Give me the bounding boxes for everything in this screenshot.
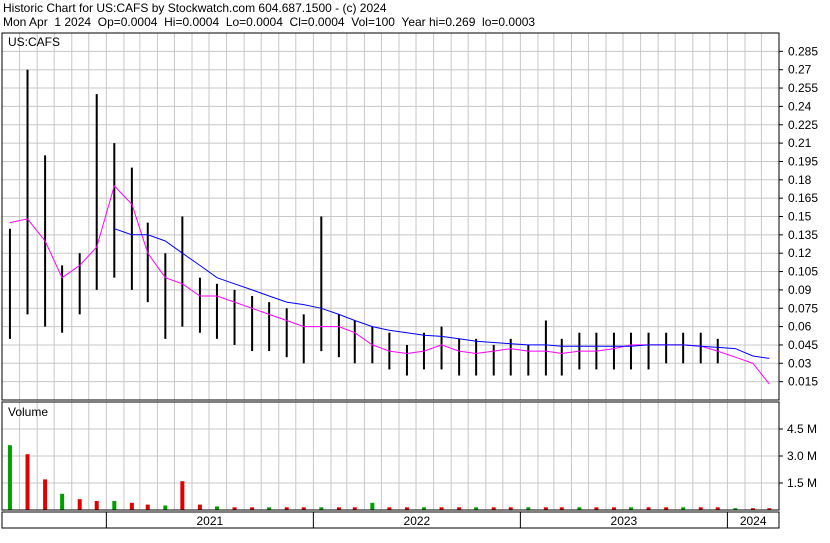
price-tick-label: 0.09 [788,283,812,297]
price-tick-label: 0.06 [788,320,812,334]
price-tick-label: 0.225 [788,118,818,132]
volume-bar [25,454,30,510]
volume-bar [214,506,219,510]
year-label: 2021 [197,514,224,528]
volume-bar [129,502,134,510]
price-tick-label: 0.12 [788,246,812,260]
price-tick-label: 0.18 [788,173,812,187]
volume-tick-label: 1.5 M [787,476,817,490]
volume-bar [94,501,99,510]
year-label: 2022 [404,514,431,528]
time-axis-frame [1,511,780,529]
year-label: 2023 [611,514,638,528]
price-tick-label: 0.27 [788,63,812,77]
price-tick-label: 0.255 [788,81,818,95]
volume-bar [7,445,12,510]
price-tick-label: 0.165 [788,191,818,205]
volume-bar [180,481,185,510]
volume-panel-label: Volume [8,405,48,419]
price-tick-label: 0.21 [788,136,812,150]
volume-bar [112,501,117,510]
price-tick-label: 0.105 [788,265,818,279]
volume-bar [197,504,202,510]
volume-bar [145,504,150,510]
price-tick-label: 0.045 [788,338,818,352]
price-tick-label: 0.015 [788,375,818,389]
volume-tick-label: 3.0 M [787,449,817,463]
price-tick-label: 0.03 [788,356,812,370]
price-tick-label: 0.285 [788,44,818,58]
price-tick-label: 0.24 [788,99,812,113]
volume-bar [60,493,65,510]
volume-bar [77,499,82,510]
volume-bar [43,479,48,510]
volume-tick-label: 4.5 M [787,422,817,436]
price-tick-label: 0.075 [788,301,818,315]
volume-bar [370,502,375,510]
chart: US:CAFS Volume 0.285 0.27 0.255 0.24 0.225 0.21… [1,32,818,529]
price-tick-label: 0.15 [788,210,812,224]
price-tick-label: 0.135 [788,228,818,242]
price-tick-label: 0.195 [788,154,818,168]
year-label: 2024 [740,514,767,528]
price-panel-label: US:CAFS [8,35,60,49]
volume-bar [163,505,168,510]
